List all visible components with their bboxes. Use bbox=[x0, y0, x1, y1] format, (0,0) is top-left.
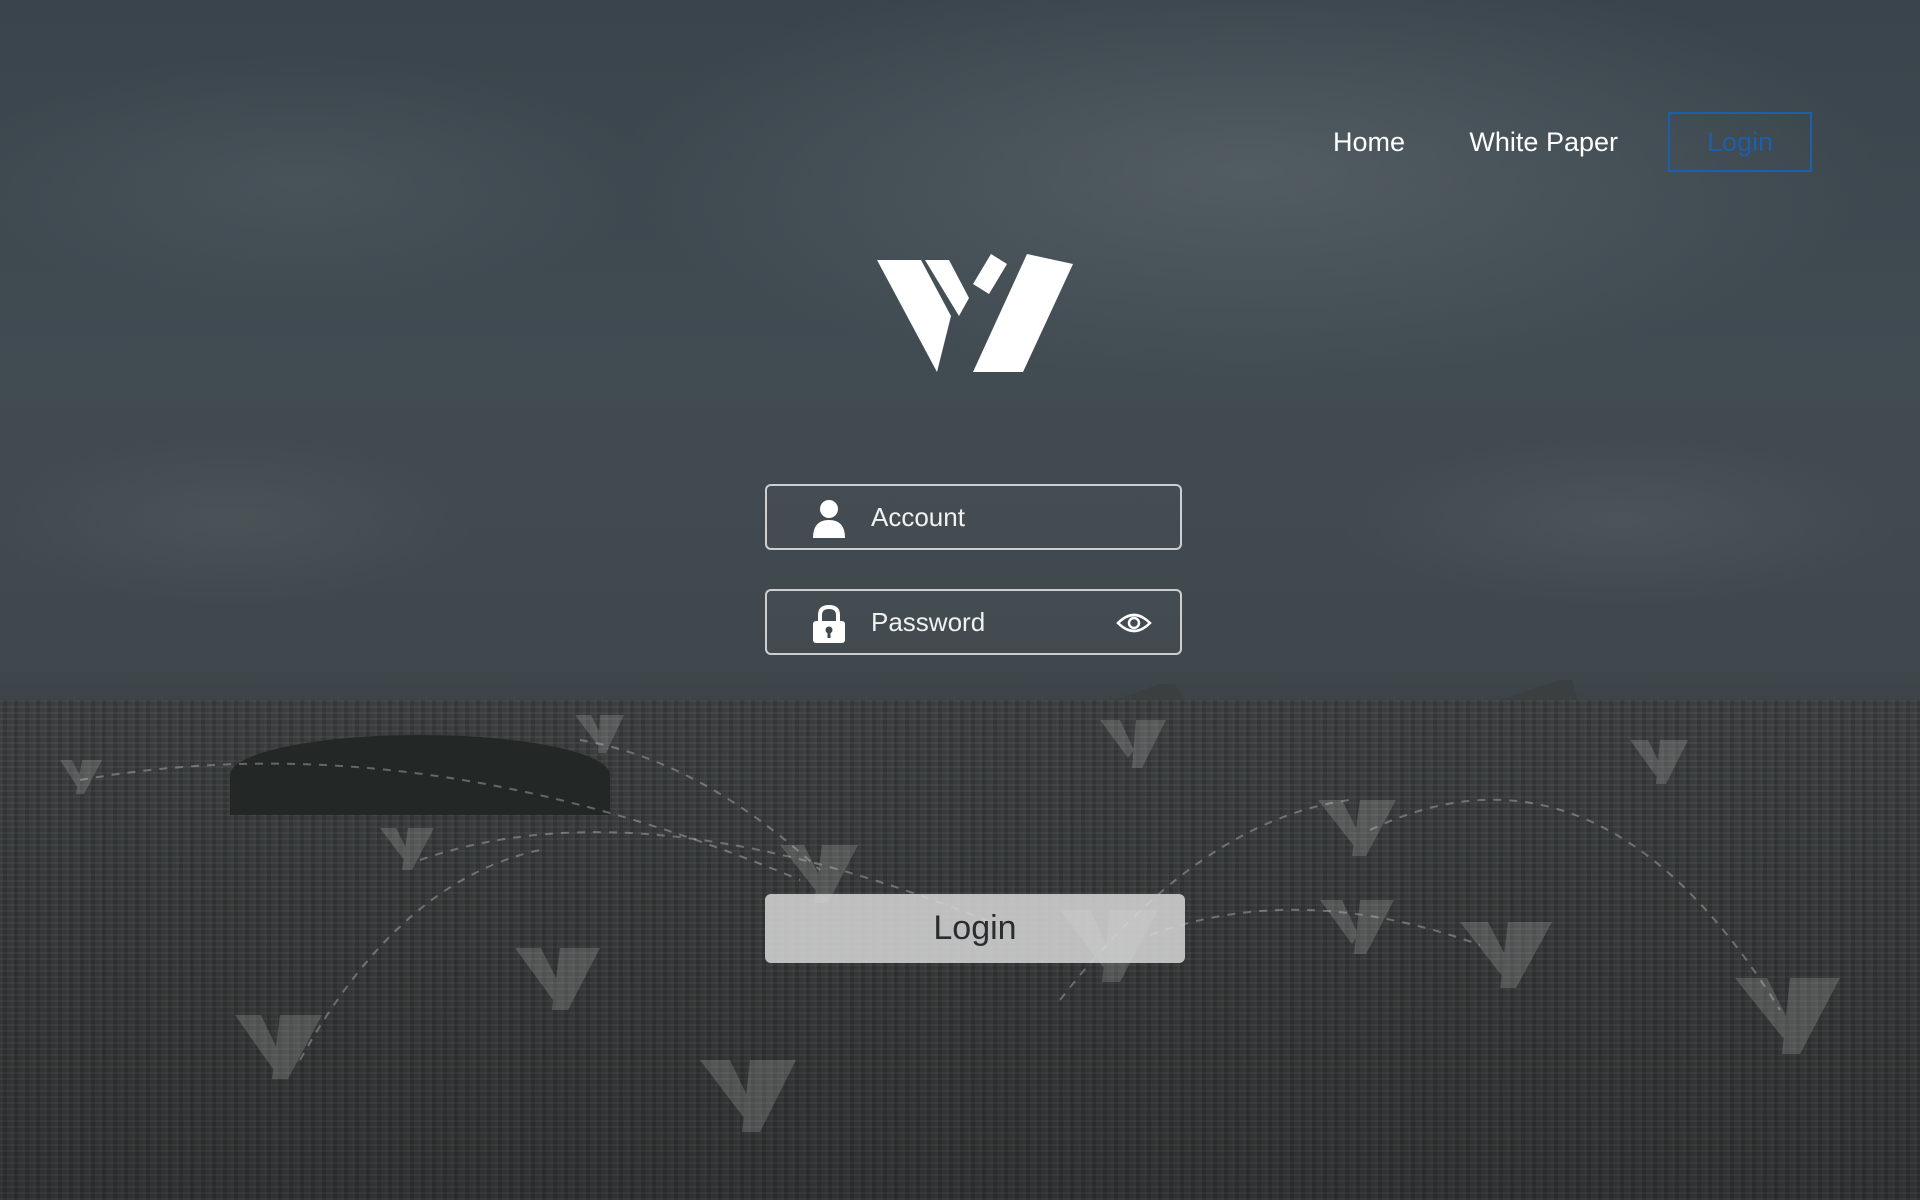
user-icon bbox=[813, 500, 845, 538]
nav-home-link[interactable]: Home bbox=[1333, 112, 1405, 172]
login-submit-button[interactable]: Login bbox=[765, 894, 1185, 963]
w-brand-logo-icon bbox=[877, 254, 1073, 374]
password-input[interactable] bbox=[871, 601, 1121, 643]
hill bbox=[230, 735, 610, 815]
account-field[interactable] bbox=[765, 484, 1182, 550]
eye-icon[interactable] bbox=[1116, 609, 1152, 637]
password-field[interactable] bbox=[765, 589, 1182, 655]
account-input[interactable] bbox=[871, 496, 1121, 538]
nav-white-paper-link[interactable]: White Paper bbox=[1469, 112, 1618, 172]
nav-login-button[interactable]: Login bbox=[1668, 112, 1812, 172]
lock-icon bbox=[813, 605, 845, 643]
